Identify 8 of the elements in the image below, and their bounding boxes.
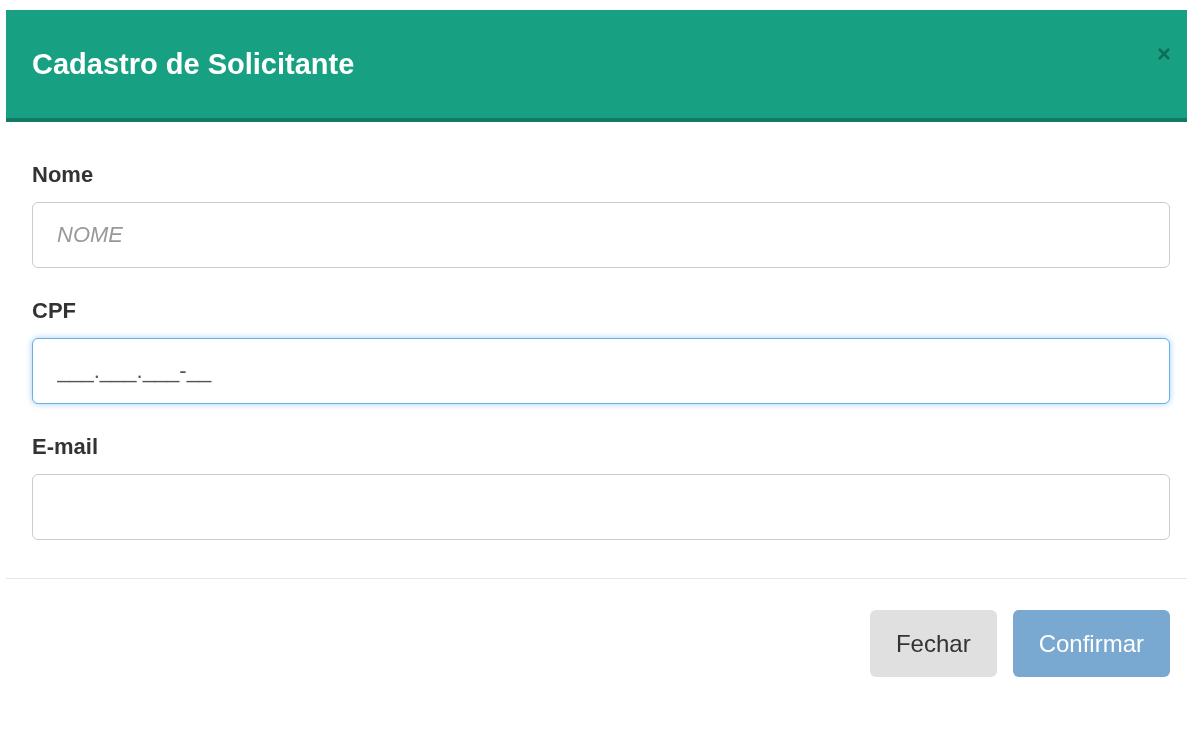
field-label: E-mail [32,434,100,460]
field-label: CPF [32,298,77,324]
input-field[interactable] [32,474,1170,540]
dialog-title: Cadastro de Solicitante [32,47,355,81]
field-label: Nome [32,162,95,188]
input-field[interactable]: NOME [32,202,1170,268]
close-button[interactable]: Fechar [869,610,997,677]
input-field[interactable]: ___.___.___-__ [32,338,1170,404]
